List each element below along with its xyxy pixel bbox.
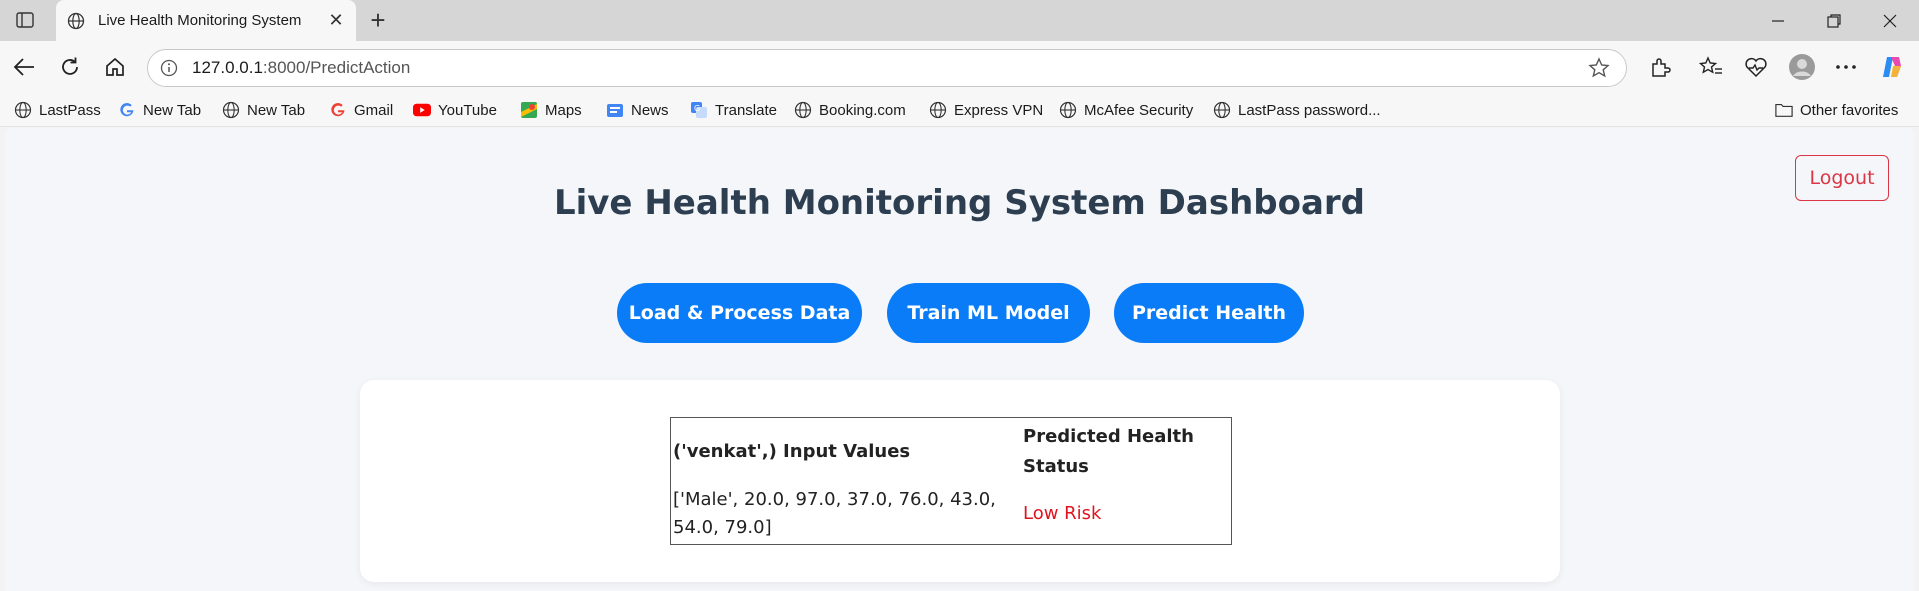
google-icon: [118, 101, 136, 119]
bookmark-news[interactable]: News: [606, 98, 669, 122]
bookmark-lastpass-password[interactable]: LastPass password...: [1213, 98, 1381, 122]
bookmark-label: New Tab: [247, 101, 306, 119]
bookmark-lastpass[interactable]: LastPass: [14, 98, 101, 122]
news-icon: [606, 101, 624, 119]
back-icon[interactable]: [10, 53, 38, 81]
bookmark-translate[interactable]: G Translate: [690, 98, 777, 122]
close-window-button[interactable]: [1862, 0, 1918, 41]
bookmark-express-vpn[interactable]: Express VPN: [929, 98, 1043, 122]
bookmark-label: Gmail: [354, 101, 394, 119]
youtube-icon: [413, 101, 431, 119]
other-favorites[interactable]: Other favorites: [1775, 98, 1898, 122]
translate-icon: G: [690, 101, 708, 119]
bookmark-maps[interactable]: Maps: [520, 98, 582, 122]
url-path: :8000/PredictAction: [262, 58, 411, 77]
url-host: 127.0.0.1: [192, 58, 263, 77]
bookmark-label: McAfee Security: [1084, 101, 1194, 119]
svg-text:G: G: [694, 104, 700, 113]
bookmark-label: Translate: [715, 101, 777, 119]
browser-tab[interactable]: Live Health Monitoring System ✕: [56, 0, 356, 41]
site-info-icon[interactable]: [158, 57, 180, 79]
globe-icon: [222, 101, 240, 119]
globe-icon: [66, 11, 86, 31]
new-tab-button[interactable]: +: [364, 6, 392, 34]
bookmark-new-tab-google[interactable]: New Tab: [118, 98, 201, 122]
bookmark-label: New Tab: [143, 101, 202, 119]
health-icon[interactable]: [1742, 53, 1770, 81]
home-icon[interactable]: [101, 53, 129, 81]
google-icon: [329, 101, 347, 119]
bookmark-label: LastPass: [39, 101, 101, 119]
tab-title: Live Health Monitoring System: [98, 12, 302, 29]
bookmark-label: YouTube: [438, 101, 497, 119]
globe-icon: [1059, 101, 1077, 119]
result-table: ('venkat',) Input Values Predicted Healt…: [670, 417, 1232, 545]
sidebar-toggle-icon[interactable]: [14, 10, 36, 30]
input-values-cell: ['Male', 20.0, 97.0, 37.0, 76.0, 43.0, 5…: [673, 489, 996, 538]
train-ml-model-button[interactable]: Train ML Model: [887, 283, 1090, 343]
other-favorites-label: Other favorites: [1800, 101, 1899, 119]
address-bar[interactable]: 127.0.0.1:8000/PredictAction: [147, 49, 1627, 87]
globe-icon: [14, 101, 32, 119]
table-header-row: ('venkat',) Input Values Predicted Healt…: [671, 418, 1231, 486]
globe-icon: [929, 101, 947, 119]
bookmark-new-tab[interactable]: New Tab: [222, 98, 305, 122]
bookmark-gmail[interactable]: Gmail: [329, 98, 393, 122]
favorites-icon[interactable]: [1697, 53, 1725, 81]
extensions-icon[interactable]: [1646, 53, 1674, 81]
refresh-icon[interactable]: [56, 53, 84, 81]
favorite-star-icon[interactable]: [1584, 53, 1614, 83]
bookmark-booking[interactable]: Booking.com: [794, 98, 906, 122]
result-card: ('venkat',) Input Values Predicted Healt…: [360, 380, 1560, 582]
more-options-icon[interactable]: [1832, 53, 1860, 81]
bookmark-label: Maps: [545, 101, 582, 119]
url-text: 127.0.0.1:8000/PredictAction: [192, 58, 1584, 78]
predict-health-button[interactable]: Predict Health: [1114, 283, 1304, 343]
table-row: ['Male', 20.0, 97.0, 37.0, 76.0, 43.0, 5…: [671, 486, 1231, 544]
load-process-data-button[interactable]: Load & Process Data: [617, 283, 862, 343]
browser-toolbar: 127.0.0.1:8000/PredictAction: [0, 41, 1919, 93]
page-title: Live Health Monitoring System Dashboard: [553, 183, 1366, 223]
folder-icon: [1775, 101, 1793, 119]
minimize-button[interactable]: [1750, 0, 1806, 41]
bookmark-label: News: [631, 101, 669, 119]
bookmarks-bar: LastPass New Tab New Tab Gmail YouTube M…: [0, 93, 1919, 127]
header-input-values: ('venkat',) Input Values: [673, 441, 911, 462]
maps-icon: [520, 101, 538, 119]
page-content: Logout Live Health Monitoring System Das…: [5, 128, 1914, 591]
tab-strip: Live Health Monitoring System ✕ +: [0, 0, 1919, 41]
bookmark-label: Express VPN: [954, 101, 1044, 119]
close-tab-icon[interactable]: ✕: [322, 7, 350, 35]
bookmark-mcafee[interactable]: McAfee Security: [1059, 98, 1193, 122]
profile-avatar-icon[interactable]: [1787, 52, 1817, 82]
bookmark-label: LastPass password...: [1238, 101, 1381, 119]
globe-icon: [1213, 101, 1231, 119]
bookmark-youtube[interactable]: YouTube: [413, 98, 497, 122]
bookmark-label: Booking.com: [819, 101, 906, 119]
predicted-status-cell: Low Risk: [1023, 503, 1102, 524]
header-predicted-status: Predicted Health Status: [1023, 426, 1194, 477]
globe-icon: [794, 101, 812, 119]
copilot-icon[interactable]: [1878, 53, 1906, 81]
restore-button[interactable]: [1806, 0, 1862, 41]
